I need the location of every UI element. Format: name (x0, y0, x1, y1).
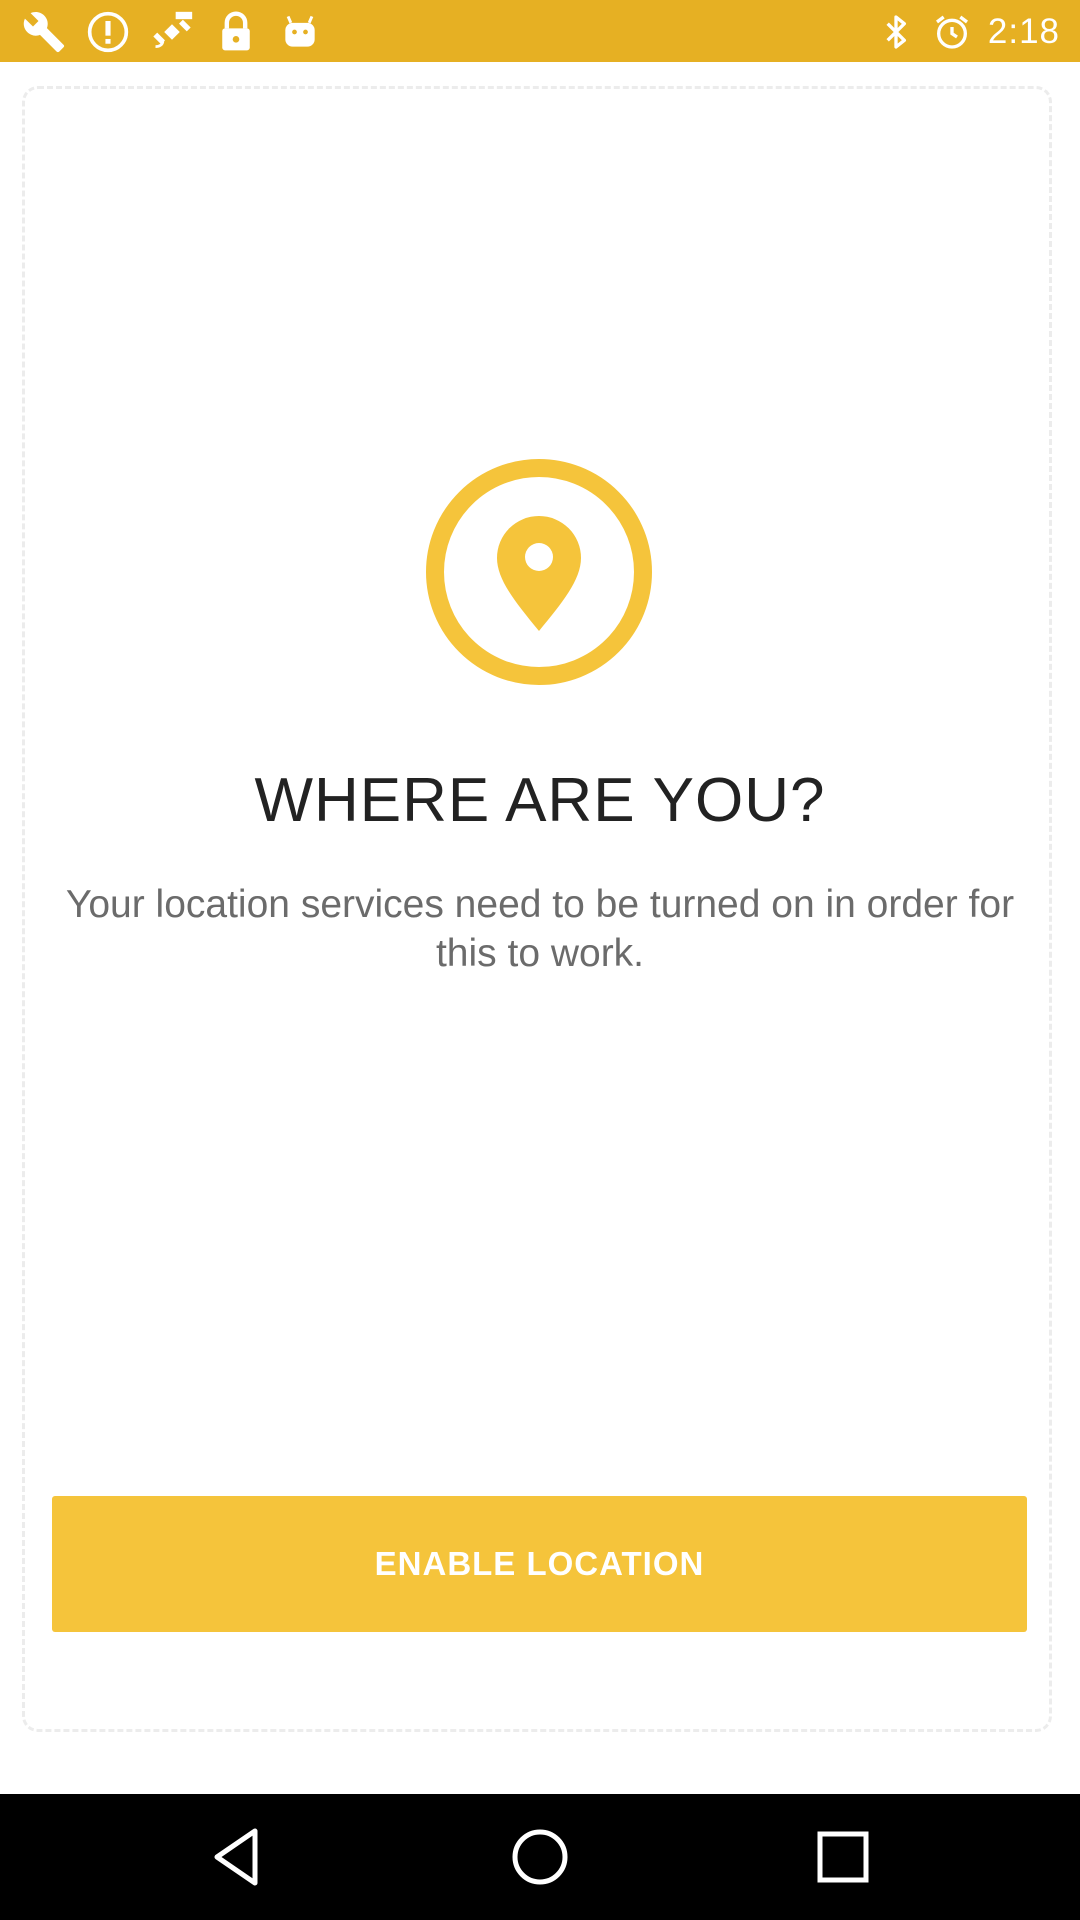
page-title: WHERE ARE YOU? (254, 766, 826, 835)
home-icon[interactable] (500, 1817, 580, 1897)
enable-location-button[interactable]: ENABLE LOCATION (52, 1496, 1027, 1632)
location-pin-icon (426, 459, 652, 685)
recents-icon[interactable] (803, 1817, 883, 1897)
bluetooth-icon (886, 15, 906, 49)
fake-gps-icon (153, 11, 193, 49)
clock: 2:18 (987, 12, 1060, 51)
wrench-icon (23, 12, 65, 53)
lock-icon (222, 11, 250, 51)
location-explanation: Your location services need to be turned… (65, 883, 1015, 975)
notification-icons (22, 10, 322, 54)
status-bar: 2:18 (0, 0, 1080, 62)
alert-icon (87, 11, 129, 53)
system-status: 2:18 (876, 10, 1060, 54)
navigation-bar (0, 1794, 1080, 1920)
android-icon (285, 15, 315, 47)
alarm-icon (935, 15, 968, 49)
back-icon[interactable] (197, 1817, 277, 1897)
